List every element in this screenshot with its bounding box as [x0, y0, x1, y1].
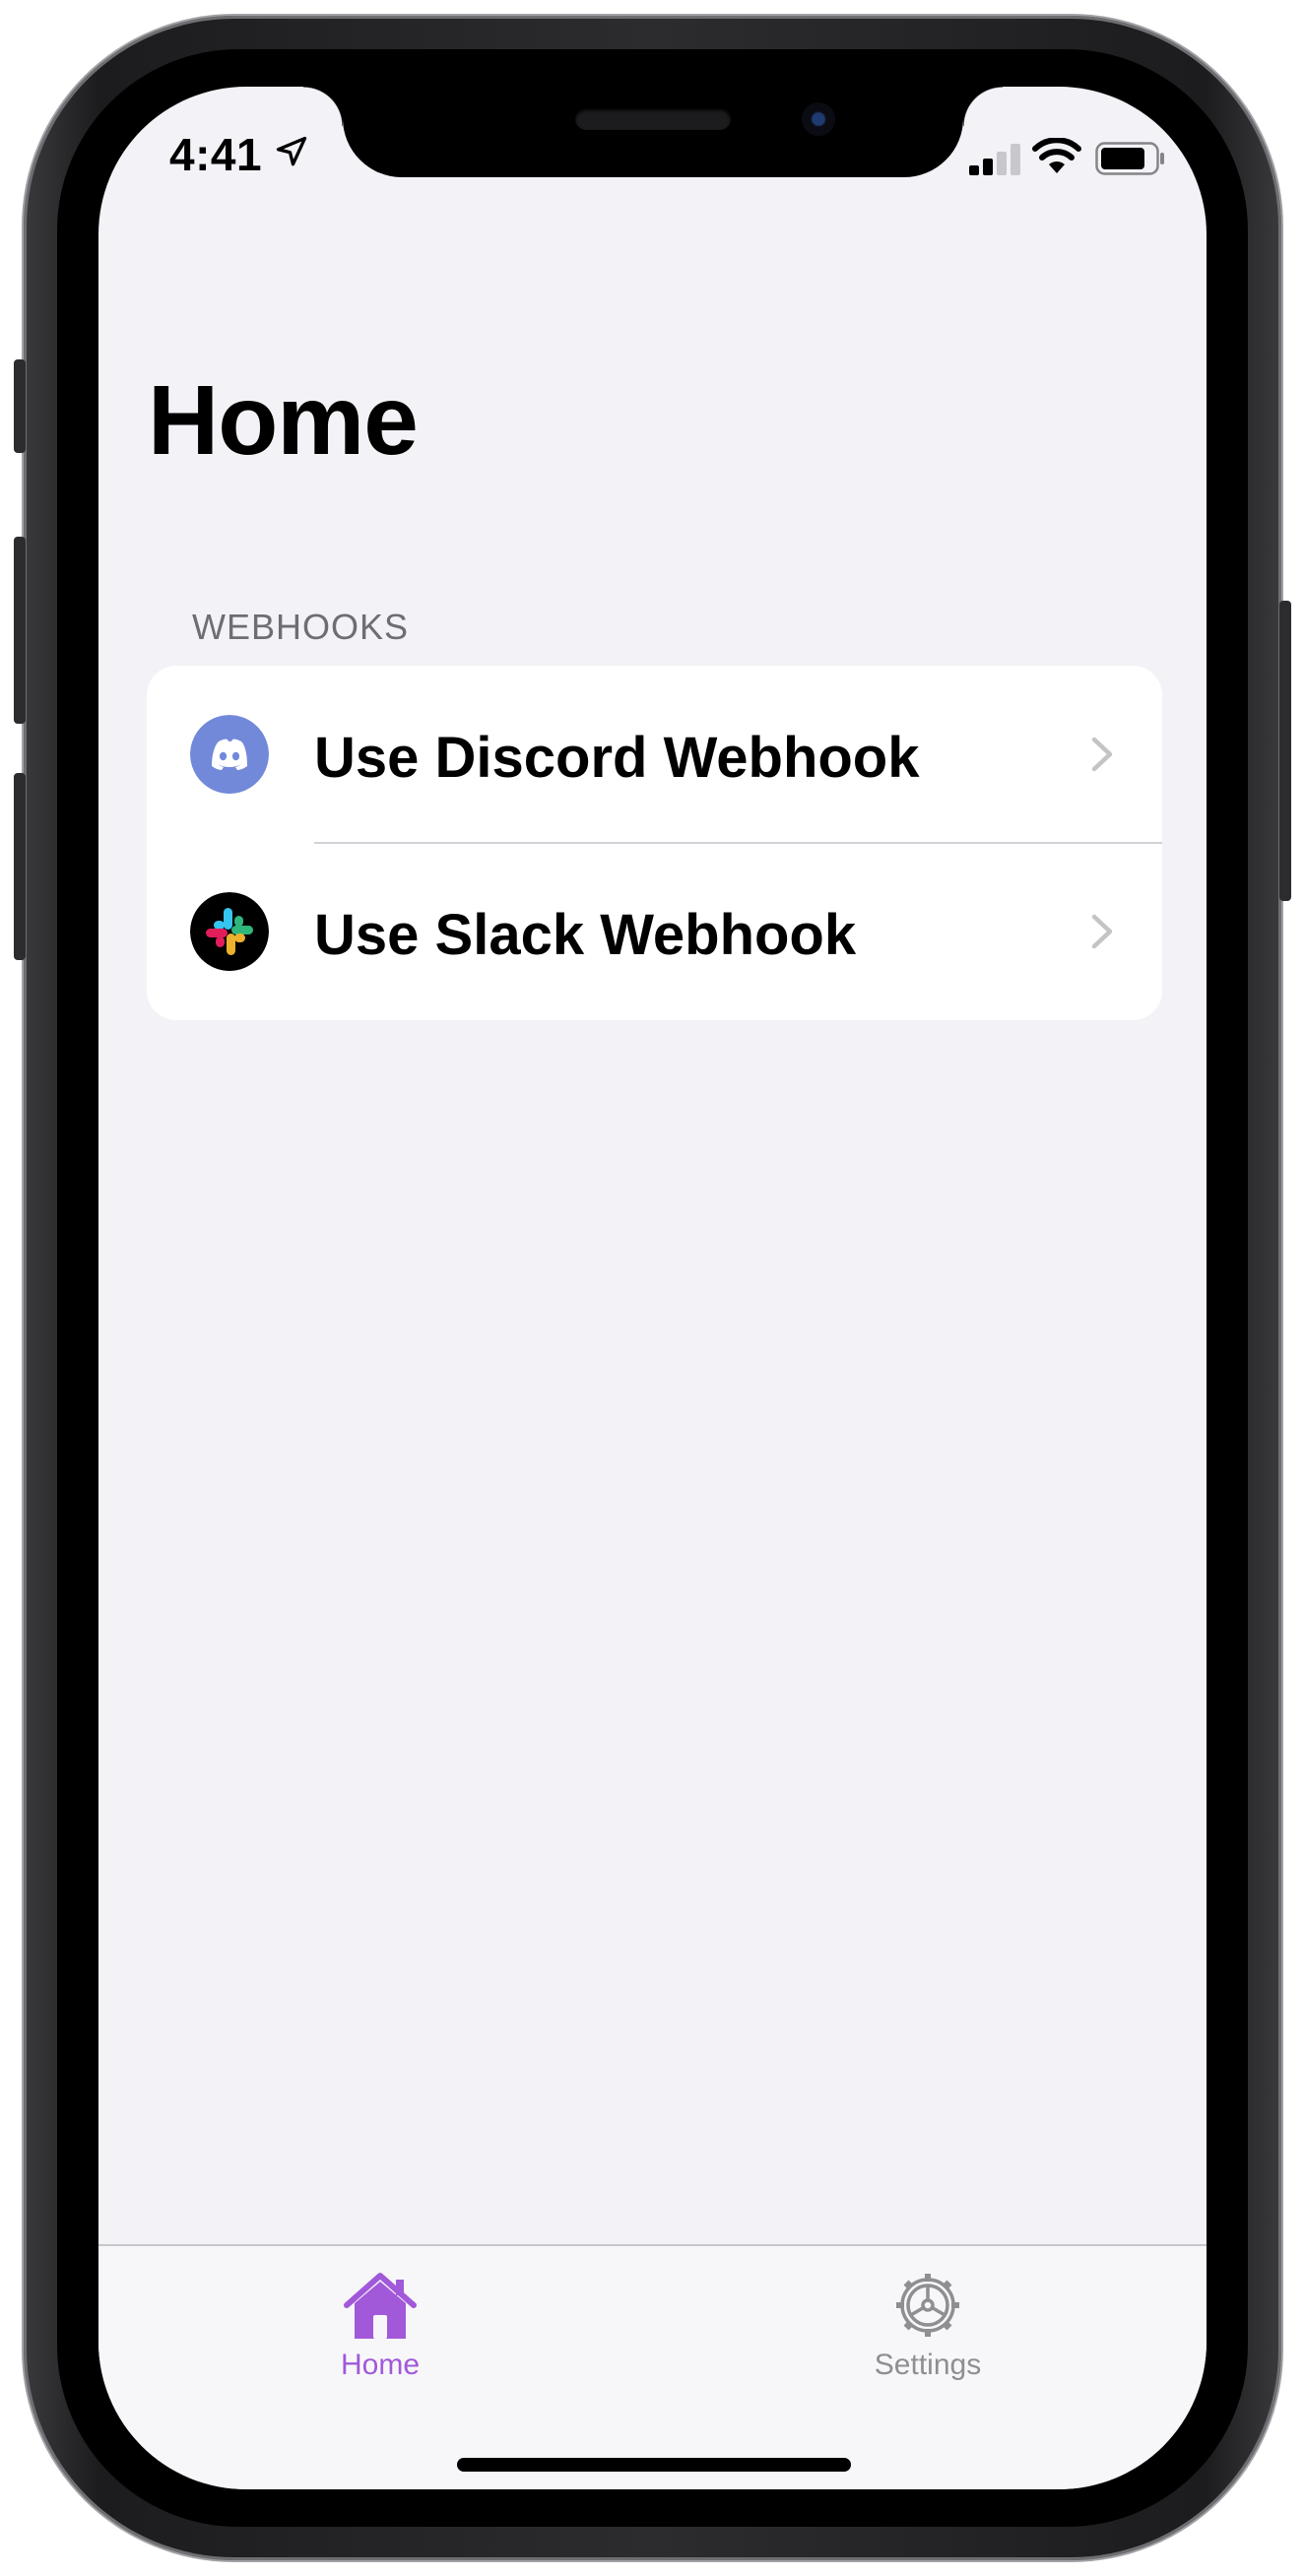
- row-label: Use Discord Webhook: [314, 726, 920, 790]
- cellular-signal-icon: [969, 144, 1020, 175]
- tab-bar: Home Settings: [98, 2244, 1207, 2489]
- power-button: [1279, 601, 1291, 901]
- screen: 4:41 Home WEBHOOKS Use Discord Webhook U…: [98, 87, 1207, 2489]
- house-icon: [344, 2273, 417, 2339]
- use-slack-webhook-row[interactable]: Use Slack Webhook: [147, 843, 1162, 1020]
- volume-down-button: [14, 773, 26, 960]
- row-label: Use Slack Webhook: [314, 903, 857, 967]
- tab-home[interactable]: Home: [262, 2270, 498, 2388]
- section-header-webhooks: WEBHOOKS: [192, 607, 410, 647]
- chevron-right-icon: [1091, 737, 1113, 772]
- use-discord-webhook-row[interactable]: Use Discord Webhook: [147, 666, 1162, 843]
- webhooks-list: Use Discord Webhook Use Slack Webhook: [147, 666, 1162, 1020]
- gear-icon: [896, 2274, 959, 2337]
- location-arrow-icon: [276, 136, 307, 166]
- page-title: Home: [148, 365, 419, 476]
- earpiece-speaker: [575, 108, 731, 130]
- notch: [303, 87, 1003, 177]
- battery-icon: [1095, 142, 1164, 175]
- status-time: 4:41: [169, 129, 263, 180]
- home-indicator[interactable]: [457, 2458, 851, 2472]
- front-camera: [802, 102, 835, 136]
- silent-switch: [14, 359, 26, 453]
- discord-icon: [190, 715, 269, 794]
- volume-up-button: [14, 537, 26, 724]
- tab-label: Settings: [874, 2349, 982, 2381]
- tab-settings[interactable]: Settings: [810, 2270, 1046, 2388]
- chevron-right-icon: [1091, 914, 1113, 949]
- slack-icon: [190, 892, 269, 971]
- tab-label: Home: [340, 2349, 421, 2381]
- wifi-icon: [1032, 138, 1081, 173]
